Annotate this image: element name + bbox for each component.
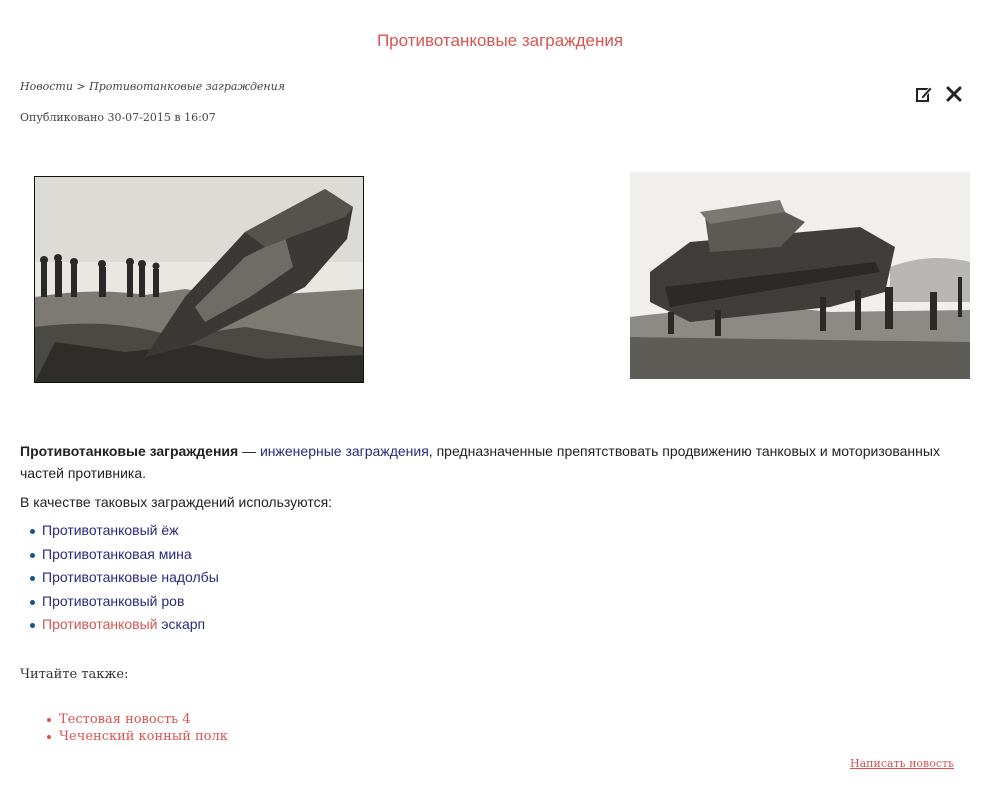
write-news-link[interactable]: Написать новость [850, 757, 954, 770]
list-item: Противотанковая мина [30, 543, 219, 567]
intro-term: Противотанковые заграждения [20, 443, 239, 459]
list-item: Тестовая новость 4 [47, 711, 228, 728]
read-also-heading: Читайте также: [20, 667, 129, 682]
article-intro: Противотанковые заграждения — инженерные… [20, 440, 970, 484]
obstacle-list: Противотанковый ёж Противотанковая мина … [30, 519, 219, 637]
breadcrumb: Новости > Противотанковые заграждения [20, 80, 285, 93]
published-date: Опубликовано 30-07-2015 в 16:07 [20, 111, 216, 124]
obstacle-link-missing[interactable]: Противотанковый [42, 616, 157, 632]
used-as-text: В качестве таковых заграждений использую… [20, 494, 333, 510]
obstacle-link[interactable]: Противотанковая мина [42, 546, 192, 562]
page-title: Противотанковые заграждения [376, 31, 624, 50]
list-item: Противотанковый ёж [30, 519, 219, 543]
obstacle-link[interactable]: Противотанковый ёж [42, 522, 179, 538]
tank-posts-photo [630, 172, 970, 379]
engineering-obstacles-link[interactable]: инженерные заграждения [260, 443, 429, 459]
related-news-link[interactable]: Чеченский конный полк [59, 729, 228, 744]
tank-trench-photo [34, 176, 364, 383]
close-icon[interactable] [944, 84, 964, 104]
breadcrumb-current: Противотанковые заграждения [89, 80, 286, 93]
breadcrumb-separator: > [72, 80, 90, 93]
list-item: Чеченский конный полк [47, 728, 228, 745]
obstacle-link[interactable]: Противотанковый ров [42, 593, 184, 609]
article-toolbar [914, 84, 964, 104]
list-item: Противотанковый эскарп [30, 613, 219, 637]
list-item: Противотанковый ров [30, 590, 219, 614]
breadcrumb-home-link[interactable]: Новости [20, 80, 73, 93]
escarp-link[interactable]: эскарп [161, 616, 205, 632]
intro-dash: — [238, 443, 260, 459]
list-item: Противотанковые надолбы [30, 566, 219, 590]
edit-icon[interactable] [914, 84, 934, 104]
related-news-list: Тестовая новость 4 Чеченский конный полк [47, 711, 228, 745]
related-news-link[interactable]: Тестовая новость 4 [59, 712, 191, 727]
obstacle-link[interactable]: Противотанковые надолбы [42, 569, 219, 585]
